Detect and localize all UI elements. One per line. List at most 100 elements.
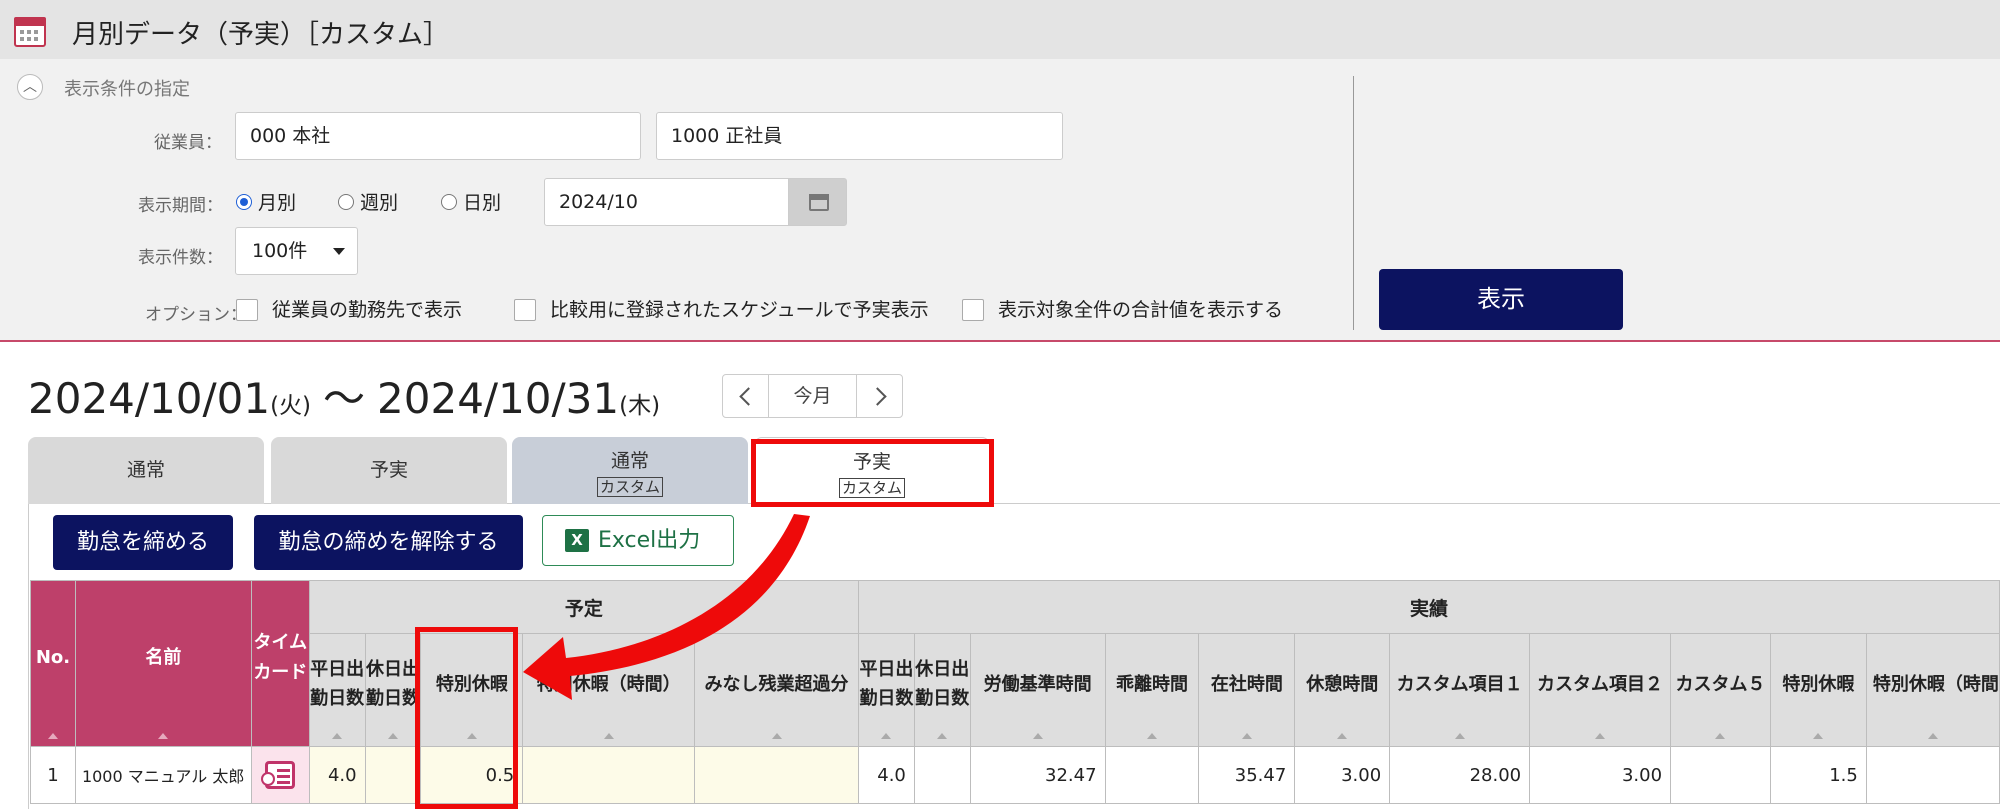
option-checkbox-workplace[interactable]: 従業員の勤務先で表示 xyxy=(236,295,462,322)
count-select[interactable]: 100件 xyxy=(235,227,358,275)
col-actual-weekday-days[interactable]: 平日出勤日数 xyxy=(858,633,915,747)
tab-plan-actual[interactable]: 予実 xyxy=(271,437,507,504)
cell-actual-weekday-days: 4.0 xyxy=(858,746,915,804)
option-checkbox-show-totals[interactable]: 表示対象全件の合計値を表示する xyxy=(962,295,1283,322)
col-custom-1[interactable]: カスタム項目１ xyxy=(1389,633,1531,747)
cell-actual-special-leave: 1.5 xyxy=(1769,746,1867,804)
group-actual-header: 実績 xyxy=(858,580,2000,634)
employee-type-field[interactable]: 1000 正社員 xyxy=(656,112,1063,160)
tab-normal-custom[interactable]: 通常 カスタム xyxy=(512,437,748,504)
this-month-button[interactable]: 今月 xyxy=(769,375,856,417)
close-attendance-button[interactable]: 勤怠を締める xyxy=(53,515,233,570)
col-plan-deemed-overtime[interactable]: みなし残業超過分 xyxy=(694,633,859,747)
sort-icon xyxy=(47,733,58,739)
tab-normal[interactable]: 通常 xyxy=(28,437,264,504)
period-radio-daily[interactable]: 日別 xyxy=(441,188,501,215)
col-plan-special-leave-hours[interactable]: 特別休暇（時間） xyxy=(522,633,696,747)
sort-icon xyxy=(1146,733,1157,739)
col-deviation-hours[interactable]: 乖離時間 xyxy=(1104,633,1200,747)
sort-icon xyxy=(881,733,892,739)
unclose-attendance-button[interactable]: 勤怠の締めを解除する xyxy=(254,515,523,570)
cell-office-hours: 35.47 xyxy=(1198,746,1296,804)
col-actual-special-leave-hours[interactable]: 特別休暇（時間 xyxy=(1865,633,2000,747)
sort-icon xyxy=(937,733,948,739)
sort-icon xyxy=(1241,733,1252,739)
cell-custom-2: 3.00 xyxy=(1529,746,1672,804)
calendar-icon xyxy=(809,194,829,211)
cell-plan-weekday-days: 4.0 xyxy=(308,746,366,804)
sort-icon xyxy=(1813,733,1824,739)
sort-icon xyxy=(1454,733,1465,739)
table-row: 1 1000 マニュアル 太郎 4.0 0.5 4.0 32.47 35.47 … xyxy=(30,746,2000,804)
col-labor-standard-hours[interactable]: 労働基準時間 xyxy=(969,633,1106,747)
cell-deviation-hours xyxy=(1104,746,1200,804)
col-actual-holiday-days[interactable]: 休日出勤日数 xyxy=(913,633,971,747)
timecard-icon[interactable] xyxy=(261,761,296,789)
cell-no: 1 xyxy=(30,746,76,804)
radio-icon xyxy=(441,194,457,210)
cell-plan-holiday-days xyxy=(364,746,422,804)
sort-icon xyxy=(158,733,169,739)
highlight-box-column xyxy=(415,627,518,809)
title-bar: 月別データ（予実）［カスタム］ xyxy=(0,0,2000,59)
col-custom-2[interactable]: カスタム項目２ xyxy=(1529,633,1672,747)
checkbox-icon xyxy=(962,299,984,321)
cell-plan-deemed-overtime xyxy=(694,746,859,804)
excel-export-button[interactable]: X Excel出力 xyxy=(542,515,734,566)
checkbox-icon xyxy=(514,299,536,321)
sort-icon xyxy=(332,733,343,739)
chevron-down-icon xyxy=(333,248,345,255)
col-plan-holiday-days[interactable]: 休日出勤日数 xyxy=(364,633,422,747)
col-name[interactable]: 名前 xyxy=(74,580,252,747)
period-radio-monthly[interactable]: 月別 xyxy=(236,188,296,215)
cell-actual-special-leave-hours xyxy=(1865,746,2000,804)
cell-timecard[interactable] xyxy=(250,746,310,804)
cell-plan-special-leave-hours xyxy=(522,746,696,804)
calendar-icon xyxy=(14,17,46,47)
sort-icon xyxy=(603,733,614,739)
col-plan-weekday-days[interactable]: 平日出勤日数 xyxy=(308,633,366,747)
employee-org-field[interactable]: 000 本社 xyxy=(235,112,641,160)
cell-actual-holiday-days xyxy=(913,746,971,804)
monthly-data-table: No. 名前 タイムカード 予定 実績 平日出勤日数 休日出勤日数 特別休暇 特… xyxy=(30,580,2000,804)
sort-icon xyxy=(771,733,782,739)
col-office-hours[interactable]: 在社時間 xyxy=(1198,633,1296,747)
cell-labor-standard-hours: 32.47 xyxy=(969,746,1106,804)
conditions-section-label: 表示条件の指定 xyxy=(64,79,190,100)
excel-icon: X xyxy=(565,529,589,552)
collapse-toggle-icon[interactable]: ︿ xyxy=(17,74,43,100)
checkbox-icon xyxy=(236,299,258,321)
employee-label: 従業員： xyxy=(154,133,222,153)
date-picker-button[interactable] xyxy=(788,178,847,226)
period-radio-weekly[interactable]: 週別 xyxy=(338,188,398,215)
col-custom-5[interactable]: カスタム５ xyxy=(1670,633,1771,747)
col-no[interactable]: No. xyxy=(30,580,76,747)
divider xyxy=(1353,76,1354,330)
period-label: 表示期間： xyxy=(138,196,223,216)
chevron-right-icon[interactable] xyxy=(856,375,902,417)
chevron-left-icon[interactable] xyxy=(723,375,769,417)
cell-break-hours: 3.00 xyxy=(1294,746,1391,804)
col-actual-special-leave[interactable]: 特別休暇 xyxy=(1769,633,1867,747)
month-navigator: 今月 xyxy=(722,374,903,418)
sort-icon xyxy=(1595,733,1606,739)
sort-icon xyxy=(1032,733,1043,739)
sort-icon xyxy=(1715,733,1726,739)
show-button[interactable]: 表示 xyxy=(1379,269,1623,330)
option-label: オプション： xyxy=(145,305,247,325)
radio-selected-icon xyxy=(236,194,252,210)
period-date-input[interactable]: 2024/10 xyxy=(544,178,789,226)
cell-custom-5 xyxy=(1670,746,1771,804)
col-break-hours[interactable]: 休憩時間 xyxy=(1294,633,1391,747)
page-title: 月別データ（予実）［カスタム］ xyxy=(72,20,450,50)
group-plan-header: 予定 xyxy=(308,580,860,634)
cell-custom-1: 28.00 xyxy=(1389,746,1531,804)
count-label: 表示件数： xyxy=(138,248,223,268)
cell-name[interactable]: 1000 マニュアル 太郎 xyxy=(74,746,252,804)
sort-icon xyxy=(388,733,399,739)
col-timecard: タイムカード xyxy=(250,580,310,747)
sort-icon xyxy=(1337,733,1348,739)
highlight-box-tab xyxy=(751,439,994,507)
date-range-heading: 2024/10/01(火) 〜 2024/10/31(木) xyxy=(28,374,661,423)
option-checkbox-schedule-compare[interactable]: 比較用に登録されたスケジュールで予実表示 xyxy=(514,295,929,322)
